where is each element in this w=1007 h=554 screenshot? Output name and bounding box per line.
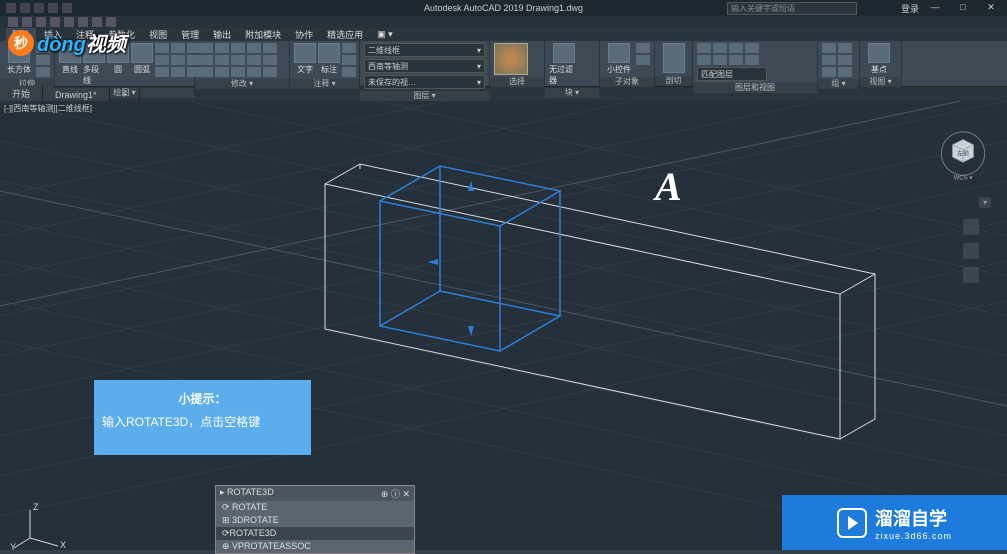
svg-text:Z: Z: [33, 502, 39, 512]
viewcube[interactable]: 左前 WCS ▾: [937, 131, 989, 183]
arc-button[interactable]: 圆弧: [131, 43, 153, 75]
quick-access-toolbar[interactable]: [0, 16, 1007, 28]
tab-new[interactable]: +: [110, 89, 140, 101]
cmd-suggestion[interactable]: ⊞ 3DROTATE: [216, 514, 414, 527]
zixue-title: 溜溜自学: [875, 505, 952, 531]
svg-text:Y: Y: [10, 542, 16, 550]
selection-filter-button[interactable]: [494, 43, 528, 75]
close-button[interactable]: ✕: [979, 2, 1003, 15]
maximize-button[interactable]: □: [951, 2, 975, 15]
ribbon-tab-view[interactable]: 视图: [143, 28, 173, 41]
ribbon-tab-collab[interactable]: 协作: [289, 28, 319, 41]
view-dropdown[interactable]: 西南等轴测▾: [364, 59, 485, 73]
ribbon-tab-manage[interactable]: 管理: [175, 28, 205, 41]
zixue-url: zixue.3d66.com: [875, 531, 952, 541]
text-button[interactable]: 文字: [294, 43, 316, 75]
svg-text:左前: 左前: [957, 149, 969, 157]
view-save-dropdown[interactable]: 未保存的视…▾: [364, 75, 485, 89]
view-base-button[interactable]: 基点: [864, 43, 894, 75]
minimize-button[interactable]: —: [923, 2, 947, 15]
layer-tools[interactable]: [697, 43, 759, 65]
svg-text:X: X: [60, 540, 66, 550]
watermark-logo: 秒 dòng视频: [8, 28, 126, 57]
svg-text:WCS ▾: WCS ▾: [954, 176, 973, 182]
section-button[interactable]: [659, 43, 688, 73]
ribbon-tabbar: 默认 插入 注释 参数化 视图 管理 输出 附加模块 协作 精选应用 ▣ ▾: [0, 28, 1007, 41]
ribbon-tab-more[interactable]: ▣ ▾: [371, 29, 399, 40]
ribbon-tab-addons[interactable]: 附加模块: [239, 28, 287, 41]
command-input[interactable]: ▸ ROTATE3D: [220, 487, 274, 500]
modify-tools[interactable]: [199, 43, 277, 77]
nav-bar[interactable]: [963, 219, 979, 283]
visual-style-dropdown[interactable]: 二维线框▾: [364, 43, 485, 57]
app-title: Autodesk AutoCAD 2019 Drawing1.dwg: [424, 3, 583, 13]
tip-box: 小提示： 输入ROTATE3D，点击空格键: [94, 380, 311, 455]
viewport-state-label[interactable]: [-][西南等轴测][二维线框]: [4, 103, 92, 114]
dim-button[interactable]: 标注: [318, 43, 340, 75]
search-input[interactable]: 输入关键字或短语: [727, 2, 857, 15]
tab-start[interactable]: 开始: [0, 86, 43, 101]
ribbon-tab-featured[interactable]: 精选应用: [321, 28, 369, 41]
zixue-logo: 溜溜自学 zixue.3d66.com: [782, 495, 1007, 550]
watermark-circle-icon: 秒: [8, 30, 34, 56]
ribbon-tab-output[interactable]: 输出: [207, 28, 237, 41]
pan-icon: [963, 219, 979, 235]
tab-drawing1[interactable]: Drawing1*: [43, 89, 110, 101]
tip-body: 输入ROTATE3D，点击空格键: [102, 413, 303, 430]
tip-title: 小提示：: [102, 390, 303, 407]
ribbon: 长方体 拉伸 直线 多段线 圆 圆弧 绘图 ▾ 修改 ▾ 文字 标注 注释 ▾ …: [0, 41, 1007, 87]
cmd-suggestion[interactable]: ⊕ VPROTATEASSOC: [216, 540, 414, 553]
cmd-suggestion[interactable]: ⟳ ROTATE: [216, 501, 414, 514]
ucs-icon: X Y Z: [10, 500, 70, 550]
zoom-icon: [963, 267, 979, 283]
command-autocomplete: ▸ ROTATE3D ⊕ ⓘ ✕ ⟳ ROTATE ⊞ 3DROTATE ⟳RO…: [215, 485, 415, 554]
no-filter-button[interactable]: 无过滤器: [549, 43, 579, 86]
letter-a-label: A: [655, 163, 682, 210]
command-popup-icons[interactable]: ⊕ ⓘ ✕: [381, 487, 410, 500]
drawing-canvas[interactable]: A 左前 WCS ▾ ▾ X Y Z: [0, 101, 1007, 550]
widget-button[interactable]: 小控件: [604, 43, 634, 75]
app-menu-icons[interactable]: [0, 3, 72, 13]
login-link[interactable]: 登录: [901, 2, 919, 15]
cmd-suggestion[interactable]: ⟳ROTATE3D: [216, 527, 414, 540]
orbit-icon: [963, 243, 979, 259]
group-tools[interactable]: [822, 43, 836, 77]
titlebar: Autodesk AutoCAD 2019 Drawing1.dwg 输入关键字…: [0, 0, 1007, 16]
nav-wheel-button[interactable]: ▾: [979, 197, 991, 208]
layer-match-dropdown[interactable]: 匹配图层: [697, 67, 767, 81]
play-icon: [837, 508, 867, 538]
